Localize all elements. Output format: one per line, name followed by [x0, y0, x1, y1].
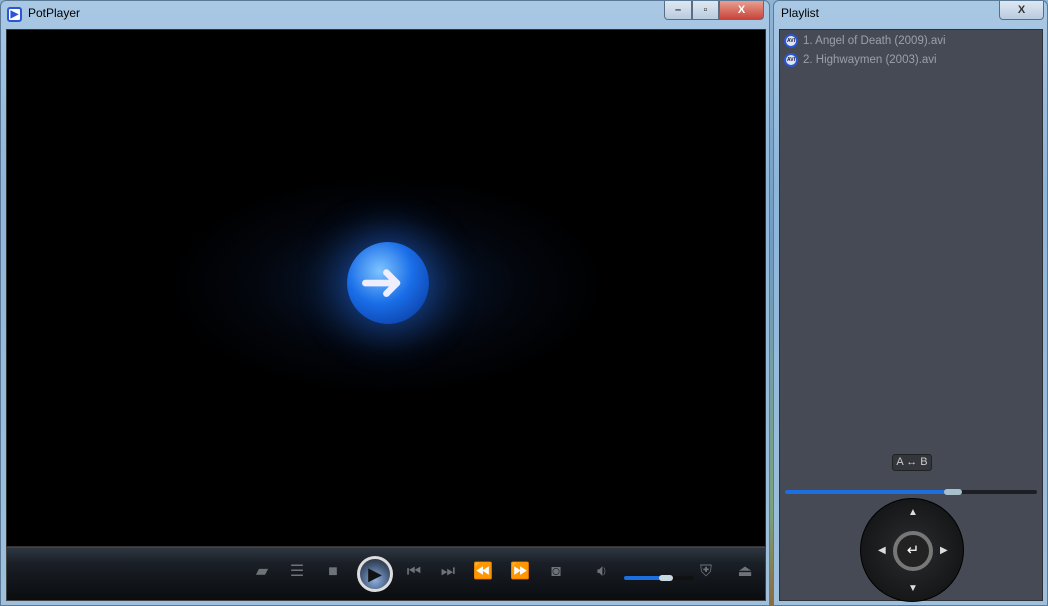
stop-icon[interactable]: ■ [321, 562, 345, 582]
potplayer-window: ▶ PotPlayer – ▫ X ➜ ▰ ☰ ■ ▶ ⏮ ⏭ ⏪ ⏩ ◙ 🔉︎… [0, 0, 770, 606]
maximize-button[interactable]: ▫ [692, 1, 719, 20]
playlist-item[interactable]: AVI 2. Highwaymen (2003).avi [784, 51, 937, 69]
eject-icon[interactable]: ⏏ [733, 562, 757, 582]
play-button[interactable]: ▶ [357, 556, 393, 592]
rewind-icon[interactable]: ⏪ [471, 562, 495, 582]
playlist-item[interactable]: AVI 1. Angel of Death (2009).avi [784, 32, 946, 50]
avi-file-icon: AVI [784, 34, 798, 48]
minimize-button[interactable]: – [664, 1, 692, 20]
potplayer-logo-icon: ➜ [347, 242, 429, 324]
playlist: AVI 1. Angel of Death (2009).avi AVI 2. Hi… [779, 29, 1043, 602]
playlist-title: Playlist [781, 6, 820, 20]
ab-repeat-button[interactable]: A ↔ B [892, 454, 932, 471]
item-label: 2. Highwaymen (2003).avi [803, 54, 937, 66]
control-bar: ▰ ☰ ■ ▶ ⏮ ⏭ ⏪ ⏩ ◙ 🔉︎ ⛨ ⏏ [6, 547, 766, 601]
play-icon: ▶ [368, 564, 382, 584]
playlist-close-button[interactable]: X [999, 1, 1044, 20]
potplayer-logo-icon: ▶ [7, 7, 22, 22]
avi-file-icon: AVI [784, 53, 798, 67]
left-arrow-icon[interactable]: ◀ [878, 545, 886, 556]
next-icon[interactable]: ⏭ [436, 562, 460, 582]
volume-slider[interactable] [624, 575, 694, 581]
playlist-window: Playlist X AVI 1. Angel of Death (2009).a… [773, 0, 1048, 606]
video-area[interactable]: ➜ [6, 29, 766, 547]
seek-slider[interactable] [785, 489, 1037, 495]
item-label: 1. Angel of Death (2009).avi [803, 35, 946, 47]
enter-icon[interactable]: ↵ [893, 531, 933, 571]
navigation-pad: ▲ ▼ ◀ ▶ ↵ [860, 498, 964, 602]
down-arrow-icon[interactable]: ▼ [908, 583, 918, 594]
camera-icon[interactable]: ◙ [544, 562, 568, 582]
fast-forward-icon[interactable]: ⏩ [508, 562, 532, 582]
playlist-icon[interactable]: ☰ [285, 562, 309, 582]
previous-icon[interactable]: ⏮ [402, 562, 426, 582]
up-arrow-icon[interactable]: ▲ [908, 507, 918, 518]
close-button[interactable]: X [719, 1, 764, 20]
volume-icon[interactable]: 🔉︎ [590, 562, 614, 582]
window-title: PotPlayer [28, 6, 81, 20]
right-arrow-icon[interactable]: ▶ [940, 545, 948, 556]
equalizer-shield-icon[interactable]: ⛨ [694, 562, 718, 582]
open-folder-icon[interactable]: ▰ [250, 562, 274, 582]
